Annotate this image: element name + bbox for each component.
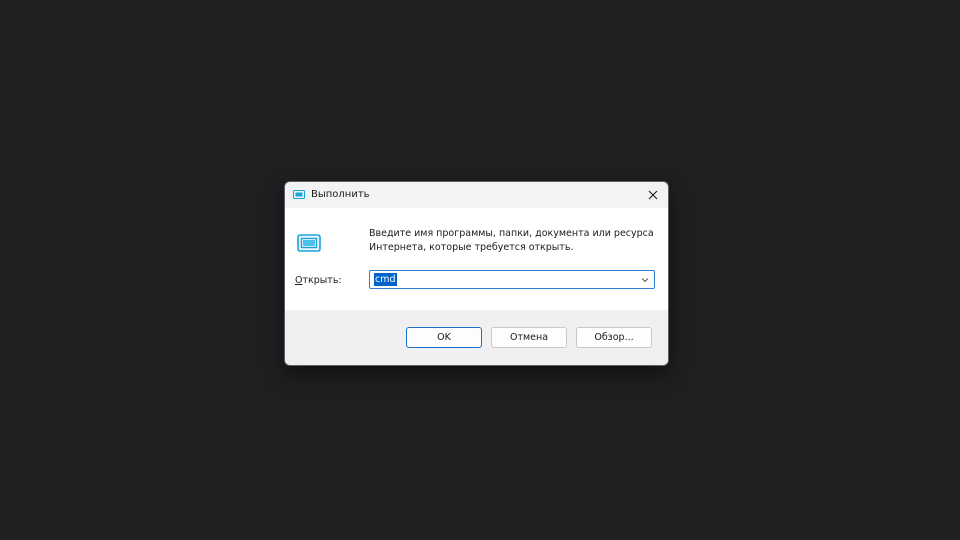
instructions-text: Введите имя программы, папки, документа … — [369, 228, 654, 253]
browse-button[interactable]: Обзор... — [576, 327, 652, 348]
dialog-title: Выполнить — [311, 189, 370, 200]
run-icon — [293, 190, 305, 199]
run-icon — [297, 234, 321, 252]
open-label: Открыть: — [295, 275, 342, 286]
ok-button[interactable]: OK — [406, 327, 482, 348]
open-label-text: ткрыть: — [302, 275, 342, 286]
close-button[interactable] — [638, 182, 668, 208]
desktop: Выполнить Введите имя программы, папки, … — [0, 0, 960, 540]
dialog-body: Введите имя программы, папки, документа … — [285, 208, 668, 310]
button-bar: OK Отмена Обзор... — [285, 310, 668, 365]
open-input-value[interactable]: cmd — [374, 273, 397, 286]
run-dialog: Выполнить Введите имя программы, папки, … — [284, 181, 669, 366]
close-icon — [648, 190, 658, 200]
chevron-down-icon[interactable] — [640, 275, 650, 285]
title-bar[interactable]: Выполнить — [285, 182, 668, 208]
cancel-button[interactable]: Отмена — [491, 327, 567, 348]
open-combobox[interactable]: cmd — [369, 270, 655, 289]
